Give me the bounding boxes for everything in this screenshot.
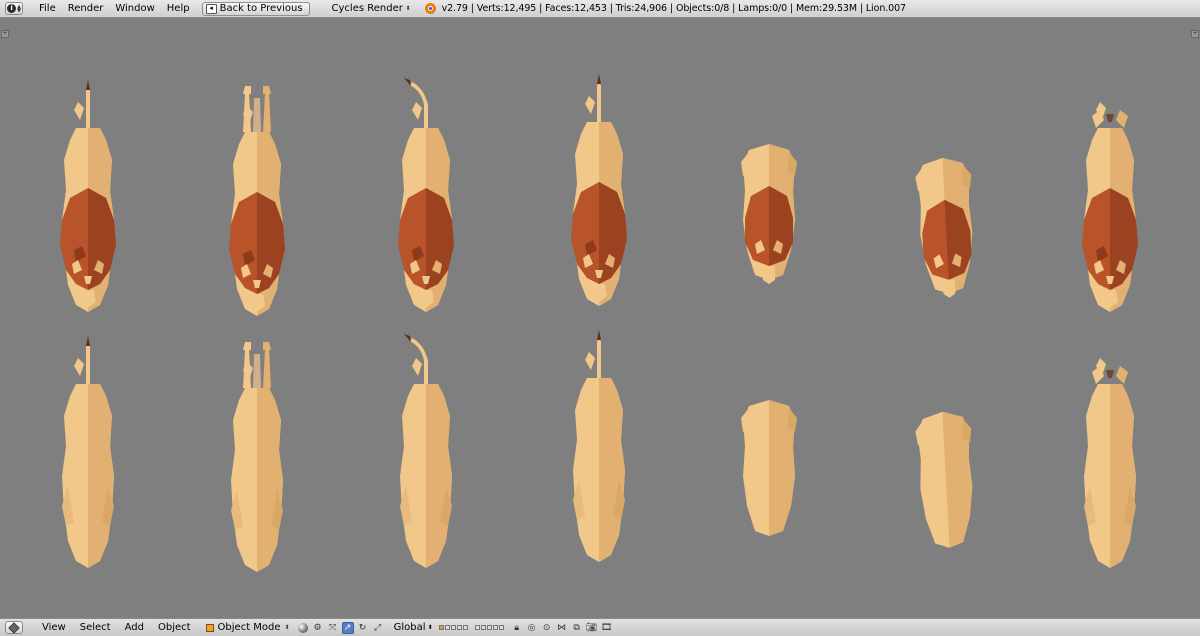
- lion-model[interactable]: [1082, 102, 1138, 312]
- layer-separator: [469, 625, 474, 630]
- lioness-model[interactable]: [62, 336, 114, 568]
- chevron-up-down-icon: ▲ ▼: [17, 3, 21, 14]
- render-animation-icon[interactable]: 🎞︎: [601, 622, 613, 634]
- layer-button[interactable]: [462, 625, 468, 630]
- viewport-shading-button[interactable]: [297, 622, 309, 634]
- chevron-up-down-icon: ⬍: [284, 624, 290, 631]
- layer-buttons[interactable]: [438, 625, 505, 630]
- lioness-model[interactable]: [1084, 358, 1136, 568]
- info-header: i ▲ ▼ File Render Window Help ◂ Back to P…: [0, 0, 1200, 18]
- lion-model[interactable]: [741, 144, 797, 284]
- lion-model[interactable]: [60, 80, 116, 312]
- layer-button[interactable]: [492, 625, 498, 630]
- scale-manipulator-icon[interactable]: ⤢: [372, 622, 384, 634]
- info-icon: i: [7, 4, 17, 13]
- menu-window[interactable]: Window: [109, 3, 160, 14]
- lion-model[interactable]: [398, 78, 454, 312]
- menu-add[interactable]: Add: [118, 622, 151, 633]
- lion-model[interactable]: [229, 86, 285, 316]
- snap-target-icon[interactable]: ⧉: [571, 622, 583, 634]
- pivot-point-button[interactable]: ⚙: [312, 622, 324, 634]
- snap-element-icon[interactable]: ⋈: [556, 622, 568, 634]
- layer-button[interactable]: [450, 625, 456, 630]
- shading-sphere-icon: [297, 622, 308, 633]
- back-arrow-icon: ◂: [205, 3, 217, 14]
- lock-layers-icon[interactable]: 🔒︎: [511, 622, 523, 634]
- render-engine-select[interactable]: Cycles Render: [332, 3, 403, 14]
- editor-type-button[interactable]: [5, 621, 23, 634]
- render-still-icon[interactable]: 📷︎: [586, 622, 598, 634]
- layer-button[interactable]: [438, 625, 444, 630]
- manipulator-toggle-icon[interactable]: ⤧: [327, 622, 339, 634]
- back-to-previous-label: Back to Previous: [219, 3, 303, 14]
- rotate-manipulator-icon[interactable]: ↻: [357, 622, 369, 634]
- 3d-viewport[interactable]: + +: [0, 18, 1200, 618]
- info-editor-type-button[interactable]: i ▲ ▼: [5, 2, 23, 15]
- layer-button[interactable]: [474, 625, 480, 630]
- lion-model[interactable]: [914, 156, 978, 299]
- 3d-view-header: View Select Add Object Object Mode ⬍ ⚙ ⤧…: [0, 618, 1200, 636]
- lioness-model[interactable]: [231, 342, 283, 572]
- object-mode-icon: [205, 623, 214, 632]
- transform-orientation-select[interactable]: Global: [394, 622, 428, 633]
- proportional-edit-icon[interactable]: ◎: [526, 622, 538, 634]
- translate-manipulator-icon[interactable]: ↗: [341, 621, 354, 634]
- menu-object[interactable]: Object: [151, 622, 198, 633]
- layer-button[interactable]: [456, 625, 462, 630]
- viewport-scene: [60, 74, 1138, 572]
- menu-file[interactable]: File: [33, 3, 62, 14]
- snap-toggle-icon[interactable]: ⊙: [541, 622, 553, 634]
- layer-button[interactable]: [486, 625, 492, 630]
- chevron-up-down-icon: ⬍: [405, 5, 411, 12]
- blender-logo-icon: [424, 3, 436, 14]
- object-mode-select[interactable]: Object Mode ⬍: [202, 621, 294, 635]
- layer-button[interactable]: [498, 625, 504, 630]
- layer-button[interactable]: [480, 625, 486, 630]
- lioness-model[interactable]: [741, 400, 797, 536]
- menu-help[interactable]: Help: [161, 3, 196, 14]
- lioness-model[interactable]: [914, 410, 978, 550]
- scene-statistics: v2.79 | Verts:12,495 | Faces:12,453 | Tr…: [441, 3, 907, 14]
- back-to-previous-button[interactable]: ◂ Back to Previous: [201, 1, 310, 16]
- layer-button[interactable]: [444, 625, 450, 630]
- 3d-view-editor-icon: [8, 621, 20, 634]
- chevron-up-down-icon: ⬍: [427, 624, 433, 631]
- menu-render[interactable]: Render: [62, 3, 110, 14]
- lioness-model[interactable]: [573, 330, 625, 562]
- lioness-model[interactable]: [400, 334, 452, 568]
- menu-view[interactable]: View: [35, 622, 73, 633]
- object-mode-label: Object Mode: [217, 622, 281, 633]
- lion-model[interactable]: [571, 74, 627, 306]
- menu-select[interactable]: Select: [73, 622, 118, 633]
